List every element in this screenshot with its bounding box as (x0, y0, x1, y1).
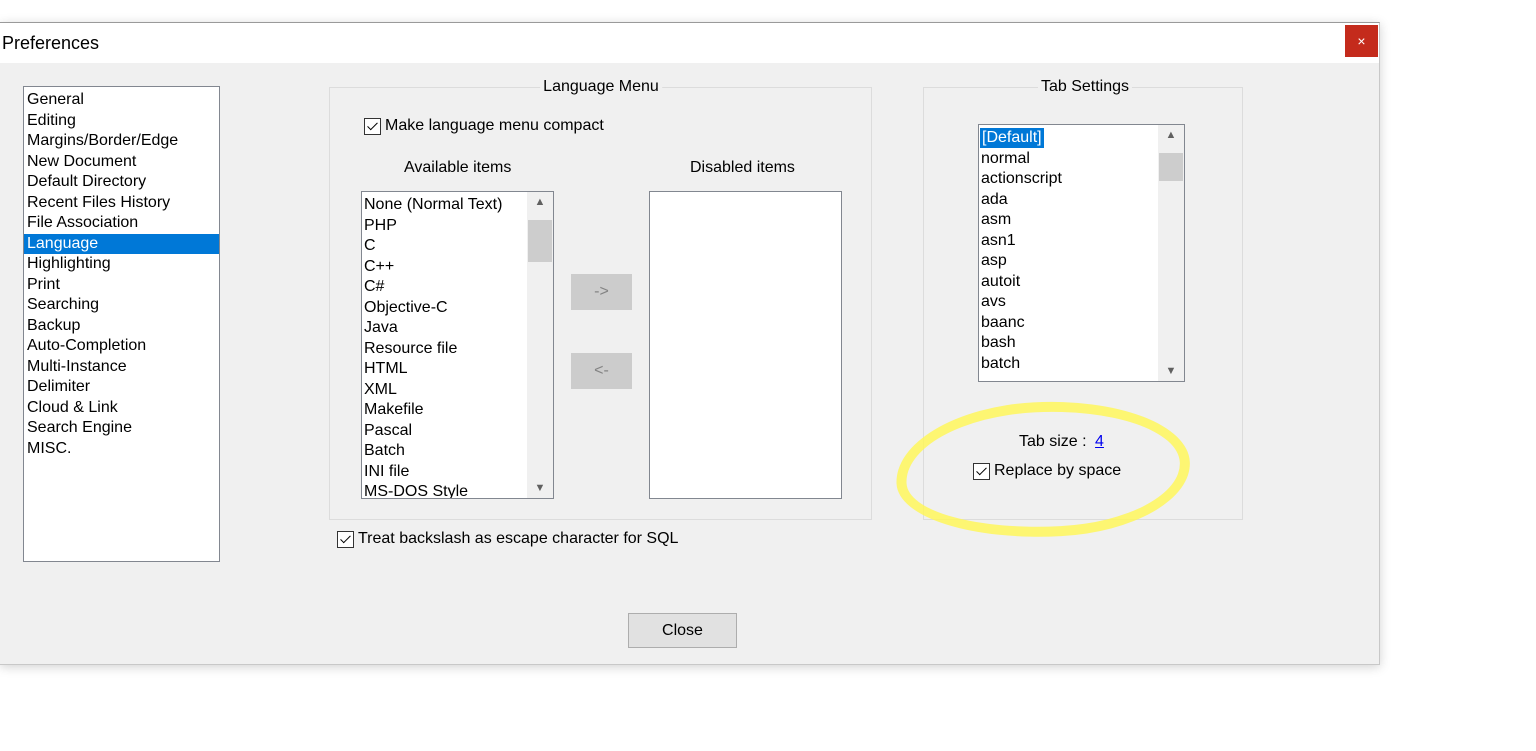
preferences-dialog: Preferences × General Editing Margins/Bo… (0, 22, 1380, 665)
disabled-items-header: Disabled items (690, 159, 795, 176)
scroll-up-icon[interactable]: ▲ (527, 192, 553, 212)
category-item-file-association[interactable]: File Association (24, 213, 219, 233)
category-item-multi-instance[interactable]: Multi-Instance (24, 357, 219, 377)
tab-language-item-asn1[interactable]: asn1 (981, 231, 1016, 251)
category-item-print[interactable]: Print (24, 275, 219, 295)
tab-settings-title: Tab Settings (1037, 77, 1133, 97)
available-item-ini-file[interactable]: INI file (364, 462, 409, 482)
tab-language-item-normal[interactable]: normal (981, 149, 1030, 169)
tab-language-item-bash[interactable]: bash (981, 333, 1016, 353)
available-item-makefile[interactable]: Makefile (364, 400, 424, 420)
language-menu-group: Language Menu Make language menu compact… (329, 77, 872, 520)
tab-language-item-baanc[interactable]: baanc (981, 313, 1025, 333)
category-item-language[interactable]: Language (24, 233, 219, 254)
disabled-items-list[interactable] (649, 191, 842, 499)
available-item-cpp[interactable]: C++ (364, 257, 394, 277)
scroll-up-icon[interactable]: ▲ (1158, 125, 1184, 145)
category-item-editing[interactable]: Editing (24, 111, 219, 131)
category-item-cloud-link[interactable]: Cloud & Link (24, 398, 219, 418)
close-button[interactable]: Close (628, 613, 737, 648)
category-item-new-document[interactable]: New Document (24, 152, 219, 172)
tab-language-item-batch[interactable]: batch (981, 354, 1020, 374)
category-list[interactable]: General Editing Margins/Border/Edge New … (23, 86, 220, 562)
category-item-auto-completion[interactable]: Auto-Completion (24, 336, 219, 356)
available-items-list[interactable]: None (Normal Text) PHP C C++ C# Objectiv… (361, 191, 554, 499)
tab-size-label: Tab size : 4 (1019, 433, 1104, 451)
scroll-thumb[interactable] (1159, 153, 1183, 181)
available-item-batch[interactable]: Batch (364, 441, 405, 461)
tab-language-item-avs[interactable]: avs (981, 292, 1006, 312)
tab-size-value-link[interactable]: 4 (1095, 433, 1104, 450)
available-item-html[interactable]: HTML (364, 359, 408, 379)
available-item-ms-dos-style[interactable]: MS-DOS Style (364, 482, 468, 498)
available-item-pascal[interactable]: Pascal (364, 421, 412, 441)
available-list-scrollbar[interactable]: ▲ ▼ (527, 192, 553, 498)
available-item-resource-file[interactable]: Resource file (364, 339, 457, 359)
category-item-highlighting[interactable]: Highlighting (24, 254, 219, 274)
category-item-margins[interactable]: Margins/Border/Edge (24, 131, 219, 151)
category-item-delimiter[interactable]: Delimiter (24, 377, 219, 397)
tab-size-caption: Tab size : (1019, 433, 1087, 450)
move-to-available-button[interactable]: <- (571, 353, 632, 389)
available-item-csharp[interactable]: C# (364, 277, 384, 297)
available-item-xml[interactable]: XML (364, 380, 397, 400)
title-bar: Preferences × (0, 23, 1379, 63)
sql-escape-checkbox[interactable]: Treat backslash as escape character for … (337, 530, 678, 548)
available-item-java[interactable]: Java (364, 318, 398, 338)
checkbox-check-icon (337, 530, 354, 548)
close-icon[interactable]: × (1345, 25, 1378, 57)
tab-language-item-actionscript[interactable]: actionscript (981, 169, 1062, 189)
category-item-backup[interactable]: Backup (24, 316, 219, 336)
compact-menu-label: Make language menu compact (385, 117, 604, 134)
checkbox-check-icon (973, 462, 990, 480)
tab-list-scrollbar[interactable]: ▲ ▼ (1158, 125, 1184, 381)
available-item-objective-c[interactable]: Objective-C (364, 298, 448, 318)
scroll-down-icon[interactable]: ▼ (527, 478, 553, 498)
available-item-php[interactable]: PHP (364, 216, 397, 236)
category-item-recent-files[interactable]: Recent Files History (24, 193, 219, 213)
tab-language-item-ada[interactable]: ada (981, 190, 1008, 210)
available-items-header: Available items (404, 159, 512, 176)
dialog-title: Preferences (2, 33, 100, 53)
tab-language-item-asm[interactable]: asm (981, 210, 1011, 230)
tab-language-item-asp[interactable]: asp (981, 251, 1007, 271)
category-item-searching[interactable]: Searching (24, 295, 219, 315)
category-item-general[interactable]: General (24, 90, 219, 110)
sql-escape-label: Treat backslash as escape character for … (358, 530, 679, 547)
scroll-down-icon[interactable]: ▼ (1158, 361, 1184, 381)
replace-by-space-label: Replace by space (994, 462, 1122, 479)
tab-language-item-default[interactable]: [Default] (980, 128, 1044, 148)
category-item-misc[interactable]: MISC. (24, 439, 219, 459)
tab-settings-group: Tab Settings [Default] normal actionscri… (923, 77, 1243, 520)
replace-by-space-checkbox[interactable]: Replace by space (973, 462, 1121, 480)
language-menu-title: Language Menu (540, 77, 662, 97)
available-item-none[interactable]: None (Normal Text) (364, 195, 502, 215)
scroll-thumb[interactable] (528, 220, 552, 262)
tab-language-item-autoit[interactable]: autoit (981, 272, 1020, 292)
checkbox-check-icon (364, 117, 381, 135)
category-item-search-engine[interactable]: Search Engine (24, 418, 219, 438)
move-to-disabled-button[interactable]: -> (571, 274, 632, 310)
tab-language-list[interactable]: [Default] normal actionscript ada asm as… (978, 124, 1185, 382)
compact-menu-checkbox[interactable]: Make language menu compact (364, 117, 604, 135)
category-item-default-directory[interactable]: Default Directory (24, 172, 219, 192)
available-item-c[interactable]: C (364, 236, 376, 256)
